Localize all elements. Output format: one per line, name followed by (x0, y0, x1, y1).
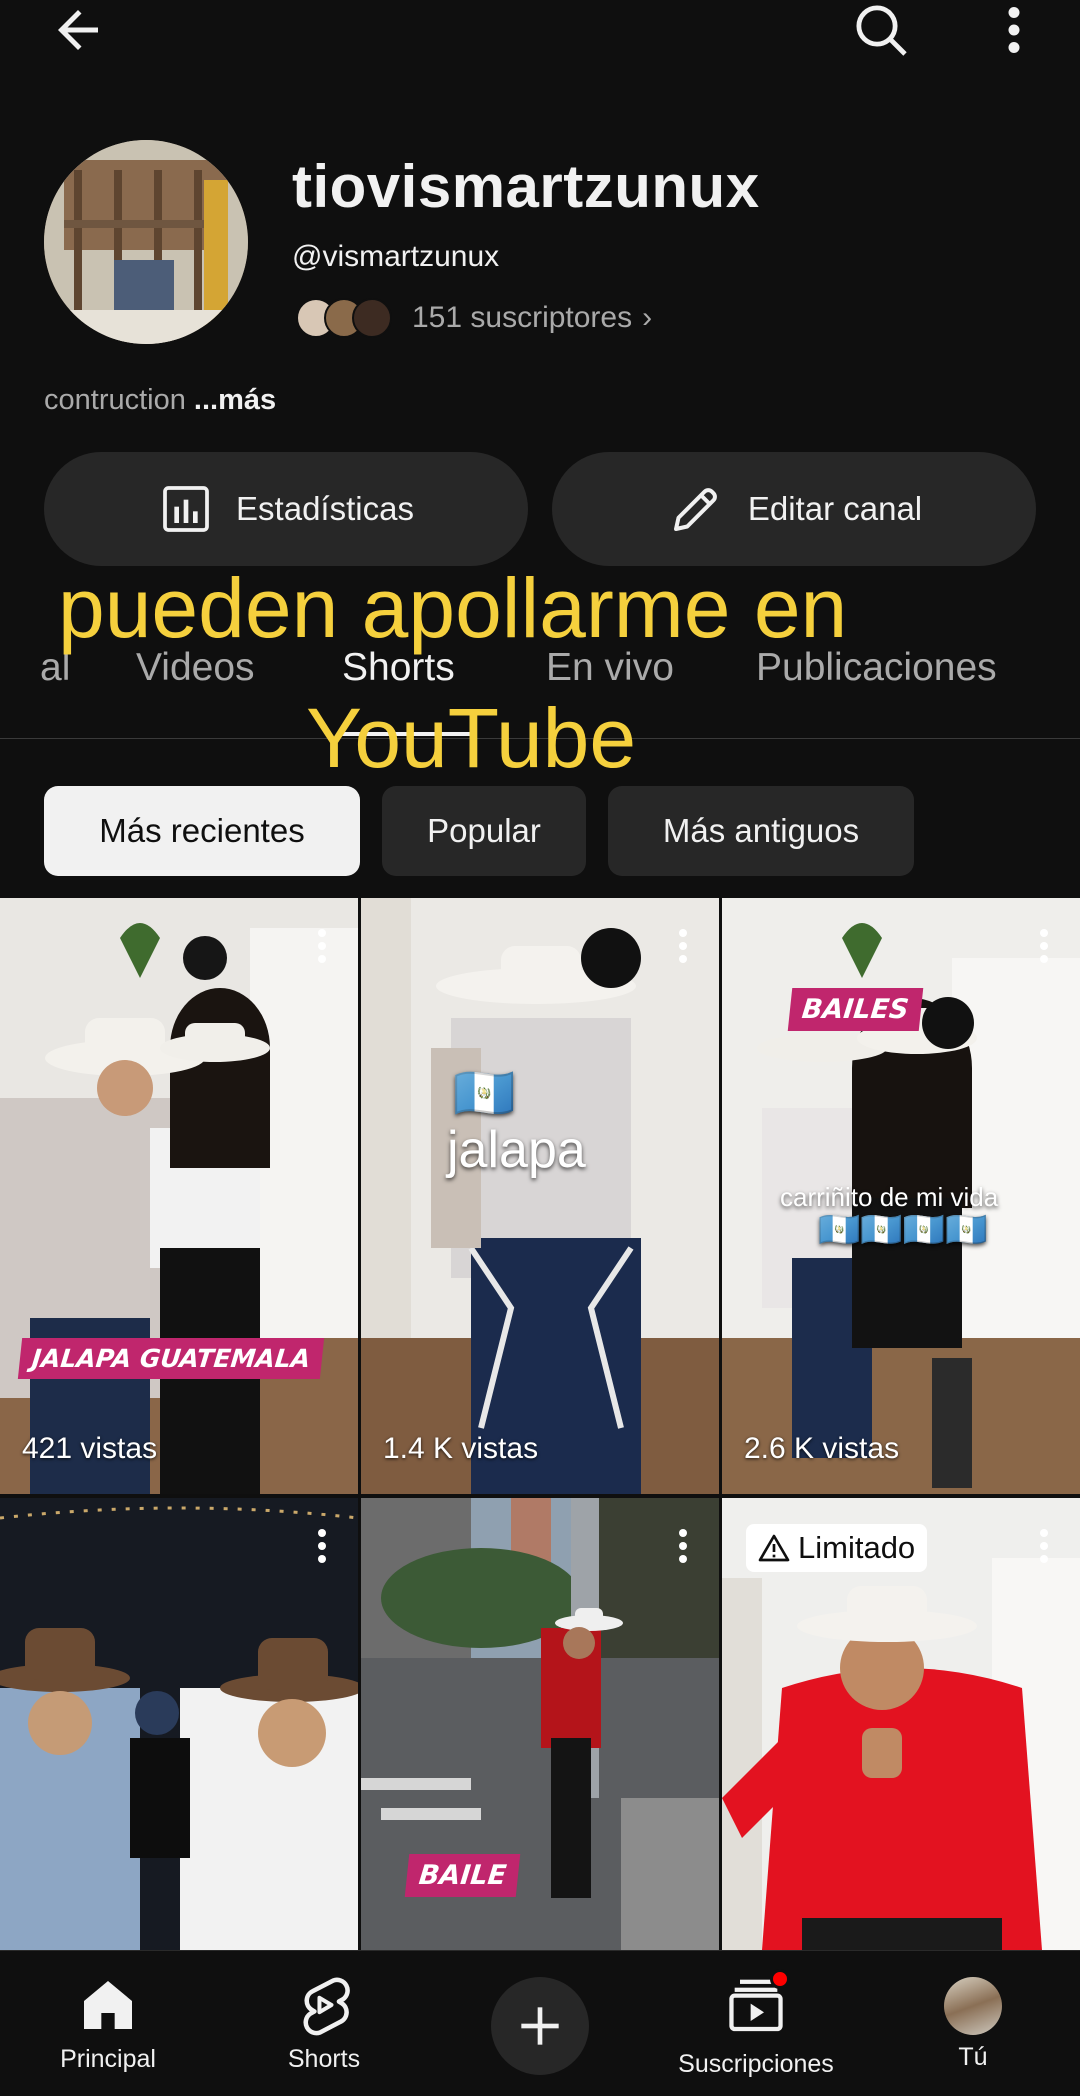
chip-oldest[interactable]: Más antiguos (608, 786, 914, 876)
nav-subscriptions-label: Suscripciones (678, 2050, 834, 2078)
short-caption: jalapa (447, 1121, 586, 1179)
bottom-navigation: Principal Shorts Suscripciones Tú (0, 1950, 1080, 2096)
nav-create[interactable] (488, 1951, 592, 2096)
search-button[interactable] (836, 0, 926, 60)
edit-channel-button[interactable]: Editar canal (552, 452, 1036, 566)
nav-shorts-label: Shorts (287, 2045, 361, 2073)
subscribers-row[interactable]: 151 suscriptores › (296, 294, 652, 342)
chip-popular[interactable]: Popular (382, 786, 586, 876)
warning-icon (758, 1533, 790, 1563)
short-thumbnail-image (0, 1498, 358, 1950)
bar-chart-icon (158, 481, 214, 537)
more-options-button[interactable] (972, 0, 1056, 60)
description-more-link[interactable]: ...más (194, 384, 276, 416)
more-vertical-icon (1008, 7, 1020, 53)
channel-description[interactable]: contruction ...más (44, 384, 276, 417)
nav-home[interactable]: Principal (30, 1951, 186, 2096)
short-tag: JALAPA GUATEMALA (17, 1338, 325, 1379)
back-button[interactable] (30, 0, 126, 60)
short-views: 2.6 K vistas (744, 1432, 900, 1465)
limited-badge: Limitado (746, 1524, 928, 1572)
nav-you[interactable]: Tú (918, 1951, 1028, 2096)
short-thumbnail[interactable]: 🇬🇹 jalapa 1.4 K vistas (361, 898, 719, 1494)
short-thumbnail[interactable]: BAILE (361, 1498, 719, 1950)
short-views: 421 vistas (22, 1432, 158, 1465)
subscriber-avatar (352, 298, 392, 338)
description-text: contruction (44, 384, 194, 416)
user-avatar (944, 1977, 1002, 2035)
subscriber-avatars (296, 298, 392, 338)
notification-dot (770, 1969, 790, 1989)
arrow-left-icon (58, 10, 98, 50)
home-icon (84, 1981, 132, 2029)
short-thumbnail[interactable]: BAILES carriñito de mi vida 🇬🇹🇬🇹🇬🇹🇬🇹 2.6… (722, 898, 1080, 1494)
chevron-right-icon: › (642, 301, 653, 334)
search-icon (856, 5, 907, 56)
subscriber-count: 151 suscriptores (412, 301, 633, 334)
nav-subscriptions[interactable]: Suscripciones (640, 1951, 872, 2096)
short-thumbnail[interactable]: Limitado (722, 1498, 1080, 1950)
more-vertical-icon[interactable] (1038, 1528, 1050, 1569)
shorts-icon (303, 1977, 350, 2036)
short-thumbnail[interactable]: JALAPA GUATEMALA 421 vistas (0, 898, 358, 1494)
short-tag: BAILES (787, 988, 923, 1031)
nav-home-label: Principal (60, 2045, 156, 2073)
more-vertical-icon[interactable] (1038, 928, 1050, 969)
chip-most-recent[interactable]: Más recientes (44, 786, 360, 876)
nav-shorts[interactable]: Shorts (244, 1951, 404, 2096)
channel-handle: @vismartzunux (292, 240, 500, 273)
more-vertical-icon[interactable] (316, 1528, 328, 1569)
short-flags: 🇬🇹🇬🇹🇬🇹🇬🇹 (818, 1211, 988, 1249)
create-button[interactable] (491, 1977, 589, 2075)
short-caption: carriñito de mi vida (780, 1182, 999, 1212)
more-vertical-icon[interactable] (677, 928, 689, 969)
pencil-icon (666, 479, 726, 539)
channel-avatar[interactable] (44, 140, 248, 344)
short-thumbnail-image (0, 898, 358, 1494)
statistics-label: Estadísticas (236, 490, 414, 527)
more-vertical-icon[interactable] (316, 928, 328, 969)
limited-label: Limitado (798, 1530, 916, 1565)
short-flag: 🇬🇹 (453, 1065, 516, 1121)
overlay-text-line2: YouTube (306, 691, 637, 785)
overlay-text-line1: pueden apollarme en (58, 561, 848, 655)
statistics-button[interactable]: Estadísticas (44, 452, 528, 566)
channel-name: tiovismartzunux (292, 153, 760, 220)
short-thumbnail-image (361, 898, 719, 1494)
more-vertical-icon[interactable] (677, 1528, 689, 1569)
edit-channel-label: Editar canal (747, 490, 923, 527)
short-tag: BAILE (404, 1854, 521, 1897)
plus-icon (521, 2007, 559, 2045)
construction-photo (44, 140, 248, 344)
short-thumbnail[interactable] (0, 1498, 358, 1950)
nav-you-label: Tú (958, 2043, 988, 2071)
short-views: 1.4 K vistas (383, 1432, 539, 1465)
